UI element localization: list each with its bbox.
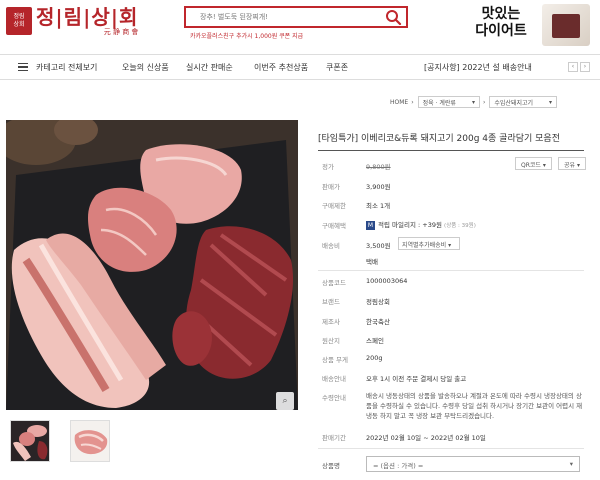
- main-nav: 카테고리 전체보기 오늘의 신상품 실시간 판매순 이번주 추천상품 쿠폰존 […: [0, 54, 600, 80]
- sale-period: 2022년 02월 10일 ~ 2022년 02월 10일: [366, 434, 486, 442]
- shipping-label: 배송비: [322, 242, 340, 250]
- qr-code-button[interactable]: QR코드 ▾: [515, 157, 552, 170]
- product-main-image[interactable]: [6, 120, 298, 410]
- nav-item-recommend[interactable]: 이번주 추천상품: [254, 62, 308, 73]
- divider: [318, 150, 584, 151]
- notice-prev-icon[interactable]: ‹: [568, 62, 578, 72]
- chevron-down-icon: ▾: [569, 460, 573, 468]
- search-hint[interactable]: 카카오플러스친구 추가시 1,000원 쿠폰 지급: [190, 31, 303, 40]
- purchase-limit-label: 구매제한: [322, 202, 346, 210]
- share-button[interactable]: 공유 ▾: [558, 157, 586, 170]
- origin-label: 원산지: [322, 337, 340, 345]
- delivery-info: 오후 1시 이전 주문 결제시 당일 출고: [366, 375, 467, 383]
- site-header: 정림상회 정|림|상|회 元 静 商 會 카카오플러스친구 추가시 1,000원…: [0, 0, 600, 52]
- breadcrumb-level1[interactable]: 정육 · 계란류 ▾: [417, 96, 480, 108]
- purchase-limit: 최소 1개: [366, 202, 391, 210]
- sale-price-label: 판매가: [322, 183, 340, 191]
- price-label: 정가: [322, 163, 334, 171]
- banner-text: 맛있는 다이어트: [475, 6, 527, 39]
- nav-category-all[interactable]: 카테고리 전체보기: [36, 62, 97, 73]
- zoom-icon[interactable]: ⌕: [276, 392, 294, 410]
- nav-item-coupon[interactable]: 쿠폰존: [326, 62, 348, 73]
- breadcrumb: HOME › 정육 · 계란류 ▾ › 수입산돼지고기 ▾: [390, 95, 558, 109]
- product-title: [타임특가] 이베리코&듀록 돼지고기 200g 4종 골라담기 모음전: [318, 134, 560, 144]
- chevron-down-icon: ▾: [549, 98, 553, 106]
- divider: [318, 448, 584, 449]
- sale-period-label: 판매기간: [322, 434, 346, 442]
- sale-price: 3,900원: [366, 183, 391, 191]
- benefit-label: 구매혜택: [322, 222, 346, 230]
- shipping-method: 택배: [366, 258, 378, 266]
- mileage-icon: M: [366, 220, 375, 230]
- brand-label: 브랜드: [322, 298, 340, 306]
- brand-value: 정림상회: [366, 298, 390, 306]
- option-label: 상품명: [322, 462, 340, 470]
- menu-icon[interactable]: [18, 63, 28, 71]
- option-select[interactable]: = (옵션 : 가격) = ▾: [366, 456, 580, 472]
- notice-next-icon[interactable]: ›: [580, 62, 590, 72]
- product-code: 1000003064: [366, 277, 408, 285]
- nav-notice[interactable]: [공지사항] 2022년 설 배송안내: [424, 62, 532, 73]
- nav-item-realtime[interactable]: 실시간 판매순: [186, 62, 233, 73]
- product-thumbnail[interactable]: [70, 420, 110, 462]
- caution-label: 수령안내: [322, 394, 346, 402]
- breadcrumb-home[interactable]: HOME: [390, 99, 408, 106]
- chevron-down-icon: ▾: [471, 98, 475, 106]
- maker-value: 한국축산: [366, 318, 390, 326]
- divider: [318, 270, 584, 271]
- weight-value: 200g: [366, 354, 383, 362]
- shipping-region-select[interactable]: 지역별추가배송비 ▾: [398, 237, 460, 250]
- site-logo[interactable]: 정림 상회 정|림|상|회 元 静 商 會: [6, 6, 138, 36]
- weight-label: 상품 무게: [322, 356, 348, 364]
- search-box: [184, 6, 408, 28]
- product-thumbnail[interactable]: [10, 420, 50, 462]
- breadcrumb-level2[interactable]: 수입산돼지고기 ▾: [489, 96, 558, 108]
- logo-seal: 정림 상회: [6, 7, 32, 35]
- search-icon[interactable]: [384, 9, 402, 25]
- search-input[interactable]: [186, 8, 376, 26]
- banner-image: [542, 4, 590, 46]
- caution-text: 배송시 냉동상태의 상품을 발송하오나 계절과 온도에 따라 수령시 냉장상태의…: [366, 392, 583, 420]
- logo-subtitle: 元 静 商 會: [103, 28, 139, 36]
- maker-label: 제조사: [322, 318, 340, 326]
- shipping-fee: 3,500원: [366, 242, 391, 250]
- delivery-label: 배송안내: [322, 375, 346, 383]
- benefit-value: M 적립 마일리지 : +39원 (상품 : 39원): [366, 220, 476, 230]
- nav-item-new[interactable]: 오늘의 신상품: [122, 62, 169, 73]
- logo-title: 정|림|상|회: [36, 5, 139, 29]
- list-price: 9,800원: [366, 163, 391, 171]
- promo-banner[interactable]: 맛있는 다이어트: [470, 2, 590, 48]
- product-code-label: 상품코드: [322, 279, 346, 287]
- origin-value: 스페인: [366, 337, 384, 345]
